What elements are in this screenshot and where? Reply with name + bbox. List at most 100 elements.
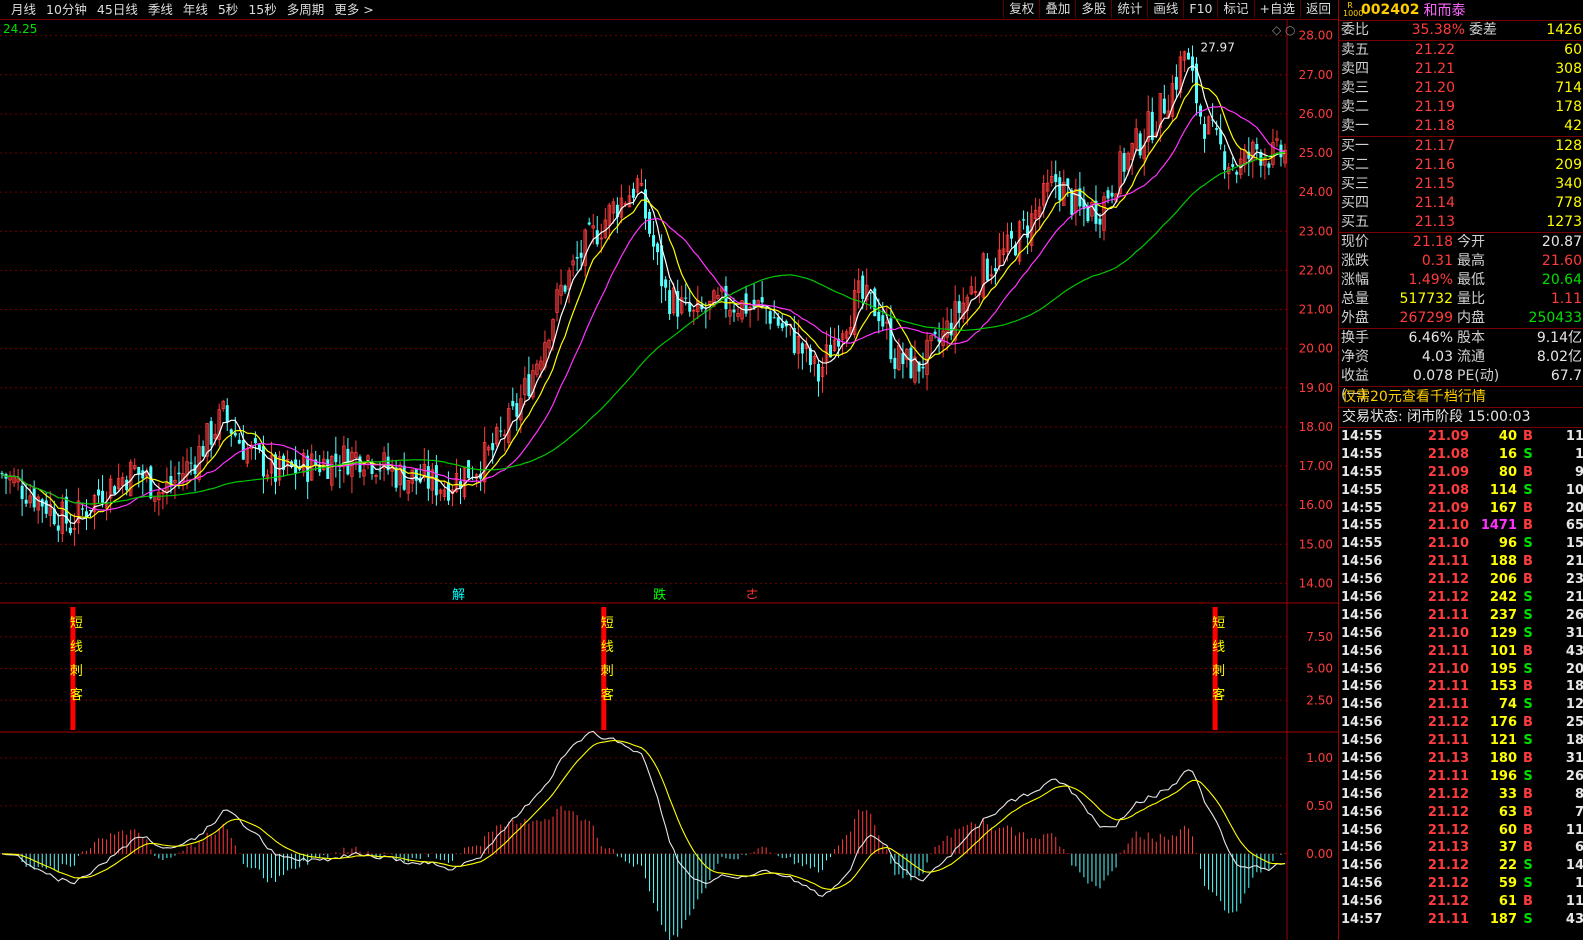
tick-volume: 187 [1489, 912, 1517, 928]
signal-label: 线 [70, 640, 83, 655]
tick-list[interactable]: 14:5521.0940B1114:5521.0816S114:5521.098… [1339, 428, 1583, 929]
tick-time: 14:55 [1341, 446, 1383, 462]
tick-time: 14:56 [1341, 822, 1383, 838]
stat-label: 流通 [1457, 349, 1485, 365]
period-tab-2[interactable]: 45日线 [92, 1, 143, 18]
order-label: 买二 [1341, 157, 1369, 173]
tick-time: 14:56 [1341, 554, 1383, 570]
ma5-line [1, 64, 1286, 525]
y-tick-label: 15.00 [1299, 537, 1333, 551]
signal-label: 短 [1212, 616, 1225, 631]
candle-body [881, 315, 885, 327]
tick-time: 14:56 [1341, 733, 1383, 749]
tick-side: B [1523, 464, 1533, 480]
tick-side: S [1523, 536, 1533, 552]
candle-body [113, 486, 117, 494]
tick-time: 14:56 [1341, 804, 1383, 820]
candle-body [768, 311, 772, 324]
tick-count: 15 [1565, 536, 1583, 552]
sells-row-3: 卖二 21.19 178 [1339, 98, 1583, 117]
tick-time: 14:56 [1341, 858, 1383, 874]
tick-price: 21.12 [1427, 894, 1469, 910]
stat-value: 20.87 [1541, 234, 1582, 250]
candle-body [414, 469, 418, 481]
trade-status: 交易状态: 闭市阶段 15:00:03 [1339, 408, 1583, 428]
candle-body [1110, 192, 1114, 197]
tick-volume: 96 [1498, 536, 1517, 552]
tick-price: 21.08 [1427, 482, 1469, 498]
period-tab-7[interactable]: 多周期 [282, 1, 330, 18]
tool-button-4[interactable]: 画线 [1147, 0, 1183, 18]
tick-count: 31 [1565, 751, 1583, 767]
tick-side: B [1523, 554, 1533, 570]
order-price: 21.18 [1414, 118, 1455, 134]
buys-row-3: 买四 21.14 778 [1339, 194, 1583, 213]
tool-button-8[interactable]: 返回 [1299, 0, 1336, 18]
max-price-label: 27.97 [1200, 40, 1234, 54]
tick-side: B [1523, 715, 1533, 731]
period-tab-3[interactable]: 季线 [143, 1, 178, 18]
tick-volume: 153 [1489, 679, 1517, 695]
tick-price: 21.12 [1427, 715, 1469, 731]
tick-volume: 61 [1498, 894, 1517, 910]
tick-row: 14:56 21.12 176 B 25 [1339, 714, 1583, 732]
candle-body [1106, 190, 1110, 199]
period-tab-1[interactable]: 10分钟 [41, 1, 92, 18]
signal-label: 刺 [601, 664, 614, 679]
tick-count: 18 [1565, 679, 1583, 695]
tick-price: 21.13 [1427, 840, 1469, 856]
event-marker: 解 [452, 588, 465, 603]
tick-side: B [1523, 429, 1533, 444]
candle-body [909, 347, 913, 379]
tick-side: B [1523, 500, 1533, 516]
period-tab-8[interactable]: 更多 > [329, 1, 378, 18]
candle-body [893, 357, 897, 369]
dea-line [1, 739, 1286, 890]
y-tick-label: 23.00 [1299, 224, 1333, 238]
tick-time: 14:56 [1341, 572, 1383, 588]
period-tab-6[interactable]: 15秒 [243, 1, 281, 18]
candle-body [0, 472, 4, 475]
kline-chart[interactable]: 28.00 27.00 26.00 25.00 24.00 23.00 22.00 21.00… [0, 20, 1338, 940]
tool-button-3[interactable]: 统计 [1111, 0, 1147, 18]
tool-button-1[interactable]: 叠加 [1039, 0, 1075, 18]
quote2-row-1: 净资 4.03 流通 8.02亿 [1339, 348, 1583, 367]
candle-body [579, 252, 583, 258]
tool-buttons: 复权 叠加 多股 统计 画线 F10 标记 +自选 返回 [1003, 0, 1336, 18]
tick-row: 14:56 21.12 22 S 14 [1339, 857, 1583, 875]
order-label: 卖三 [1341, 80, 1369, 96]
tick-row: 14:56 21.11 74 S 12 [1339, 696, 1583, 714]
tick-count: 26 [1565, 768, 1583, 784]
tool-button-6[interactable]: 标记 [1217, 0, 1253, 18]
tick-side: S [1523, 858, 1533, 874]
stat-value: 250433 [1528, 310, 1582, 326]
stat-value: 6.46% [1408, 330, 1453, 346]
tool-button-7[interactable]: +自选 [1253, 0, 1300, 18]
stat-value: 1.49% [1408, 272, 1453, 288]
y-tick-label: 28.00 [1299, 29, 1333, 43]
tick-price: 21.11 [1427, 912, 1469, 928]
tool-button-2[interactable]: 多股 [1075, 0, 1111, 18]
candle-body [985, 258, 989, 281]
order-label: 买四 [1341, 195, 1369, 211]
stat-label: 总量 [1341, 291, 1369, 307]
sells-row-2: 卖三 21.20 714 [1339, 79, 1583, 98]
y-tick-label: 20.00 [1299, 342, 1333, 356]
period-tab-5[interactable]: 5秒 [213, 1, 243, 18]
candle-body [56, 525, 60, 531]
order-label: 卖五 [1341, 42, 1369, 58]
period-tab-4[interactable]: 年线 [178, 1, 213, 18]
tick-side: B [1523, 679, 1533, 695]
tool-button-5[interactable]: F10 [1183, 0, 1217, 18]
tick-price: 21.09 [1427, 429, 1469, 444]
stat-label: 涨跌 [1341, 253, 1369, 269]
candle-body [1022, 219, 1026, 221]
tick-count: 31 [1565, 625, 1583, 641]
tool-button-0[interactable]: 复权 [1003, 0, 1039, 18]
candle-body [1255, 144, 1259, 150]
signal-label: 短 [70, 616, 83, 631]
sells-row-1: 卖四 21.21 308 [1339, 60, 1583, 79]
period-tab-0[interactable]: 月线 [6, 1, 41, 18]
tick-price: 21.12 [1427, 804, 1469, 820]
candle-body [201, 446, 205, 457]
